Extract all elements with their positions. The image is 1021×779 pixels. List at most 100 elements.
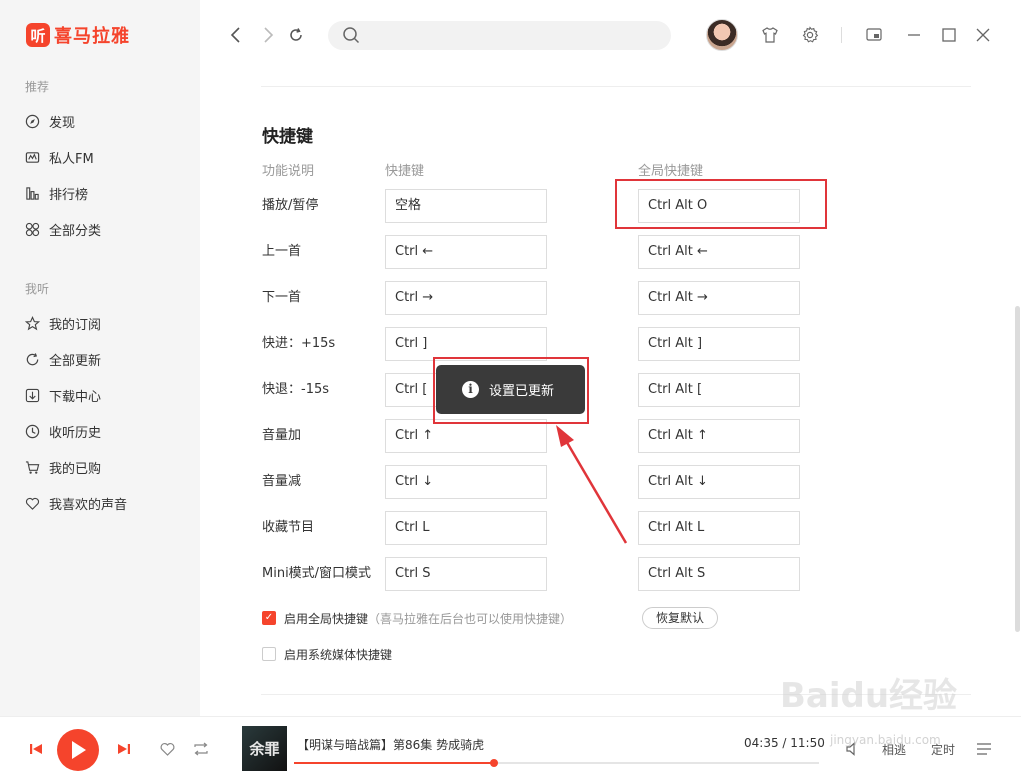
logo-text: 喜马拉雅: [54, 26, 130, 47]
watermark-logo: Baidu经验: [780, 676, 958, 716]
shortcut-key-field[interactable]: Ctrl ]: [385, 327, 547, 361]
skin-button[interactable]: [761, 26, 779, 44]
mini-window-icon: [866, 28, 882, 41]
toolbar-divider: [841, 27, 842, 43]
play-icon: [72, 741, 86, 759]
close-button[interactable]: [974, 26, 992, 44]
global-shortcut-key-field[interactable]: Ctrl Alt [: [638, 373, 800, 407]
previous-button[interactable]: [29, 742, 43, 760]
settings-button[interactable]: [801, 26, 819, 44]
progress-bar[interactable]: [294, 759, 819, 767]
skip-forward-icon: [118, 744, 130, 754]
clock-icon: [24, 423, 40, 439]
sidebar-item-label: 收听历史: [49, 425, 102, 441]
toast-text: 设置已更新: [489, 384, 555, 399]
search-icon: [342, 26, 360, 48]
sidebar-item-rank[interactable]: 排行榜: [24, 183, 88, 203]
next-button[interactable]: [117, 742, 131, 760]
enable-global-checkbox[interactable]: ✓: [262, 611, 276, 625]
global-shortcut-key-field[interactable]: Ctrl Alt ↓: [638, 465, 800, 499]
global-shortcut-key-field[interactable]: Ctrl Alt ←: [638, 235, 800, 269]
page-title: 快捷键: [262, 127, 313, 147]
enable-global-note: （喜马拉雅在后台也可以使用快捷键）: [368, 612, 573, 626]
shortcut-row-label: 音量减: [262, 474, 302, 489]
shortcut-row-label: 播放/暂停: [262, 198, 319, 213]
enable-global-label[interactable]: 启用全局快捷键（喜马拉雅在后台也可以使用快捷键）: [284, 610, 572, 627]
toast-notification: i 设置已更新: [436, 365, 585, 414]
sidebar-item-label: 我喜欢的声音: [49, 497, 128, 513]
app-logo[interactable]: 听 喜马拉雅: [26, 22, 130, 48]
global-shortcut-key-field[interactable]: Ctrl Alt ↑: [638, 419, 800, 453]
close-icon: [976, 28, 990, 42]
sidebar-item-subscriptions[interactable]: 我的订阅: [24, 313, 101, 333]
reset-default-button[interactable]: 恢复默认: [642, 607, 718, 629]
sidebar-item-discover[interactable]: 发现: [24, 111, 75, 131]
column-header-function: 功能说明: [262, 164, 315, 179]
global-shortcut-key-field[interactable]: Ctrl Alt S: [638, 557, 800, 591]
track-title[interactable]: 【明谋与暗战篇】第86集 势成骑虎: [297, 736, 484, 753]
playlist-button[interactable]: [976, 742, 992, 760]
shortcut-row-label: 音量加: [262, 428, 302, 443]
loop-icon: [194, 742, 208, 756]
avatar[interactable]: [706, 19, 738, 51]
cart-icon: [24, 459, 40, 475]
sidebar-item-purchased[interactable]: 我的已购: [24, 457, 101, 477]
heart-icon: [24, 495, 40, 511]
shortcut-row-label: 下一首: [262, 290, 302, 305]
enable-media-checkbox[interactable]: [262, 647, 276, 661]
scrollbar[interactable]: [1015, 306, 1020, 632]
shortcut-row-label: 快进：+15s: [262, 336, 336, 351]
progress-handle[interactable]: [489, 759, 498, 767]
global-shortcut-key-field[interactable]: Ctrl Alt L: [638, 511, 800, 545]
player-bar: 余罪 【明谋与暗战篇】第86集 势成骑虎 04:35 / 11:50 相逃 定时: [0, 716, 1021, 779]
shortcut-key-field[interactable]: 空格: [385, 189, 547, 223]
sidebar-item-label: 排行榜: [49, 187, 89, 203]
shortcut-row-label: 快退：-15s: [262, 382, 330, 397]
section-recommend: 推荐: [25, 80, 50, 94]
shortcut-row-label: 上一首: [262, 244, 302, 259]
sidebar-item-updates[interactable]: 全部更新: [24, 349, 101, 369]
enable-media-label[interactable]: 启用系统媒体快捷键: [284, 646, 392, 663]
enable-global-text: 启用全局快捷键: [284, 612, 369, 626]
refresh-button[interactable]: [288, 26, 304, 48]
shortcut-key-field[interactable]: Ctrl ↓: [385, 465, 547, 499]
sidebar-item-label: 下载中心: [49, 389, 102, 405]
column-header-global: 全局快捷键: [638, 164, 704, 179]
global-shortcut-key-field[interactable]: Ctrl Alt →: [638, 281, 800, 315]
search-input[interactable]: [328, 21, 671, 50]
grid-icon: [24, 221, 40, 237]
skip-back-icon: [30, 744, 42, 754]
like-button[interactable]: [159, 741, 176, 761]
album-cover[interactable]: 余罪: [242, 726, 287, 771]
refresh-icon: [24, 351, 40, 367]
mini-mode-button[interactable]: [865, 26, 883, 44]
sidebar-item-label: 发现: [49, 115, 76, 131]
back-button[interactable]: [230, 26, 242, 48]
sidebar-item-downloads[interactable]: 下载中心: [24, 385, 101, 405]
download-icon: [24, 387, 40, 403]
global-shortcut-key-field[interactable]: Ctrl Alt ]: [638, 327, 800, 361]
maximize-button[interactable]: [940, 26, 958, 44]
shortcut-key-field[interactable]: Ctrl ↑: [385, 419, 547, 453]
gear-icon: [802, 26, 819, 43]
playlist-icon: [977, 743, 991, 755]
sidebar-item-fm[interactable]: 私人FM: [24, 147, 94, 167]
shortcut-key-field[interactable]: Ctrl ←: [385, 235, 547, 269]
section-mine: 我听: [25, 282, 50, 296]
track-time: 04:35 / 11:50: [744, 736, 825, 750]
column-header-shortcut: 快捷键: [385, 164, 425, 179]
loop-mode-button[interactable]: [192, 741, 210, 761]
shortcut-key-field[interactable]: Ctrl L: [385, 511, 547, 545]
sidebar-item-history[interactable]: 收听历史: [24, 421, 101, 441]
section-divider: [261, 86, 971, 87]
chevron-left-icon: [230, 27, 240, 43]
forward-button[interactable]: [262, 26, 274, 48]
chevron-right-icon: [264, 27, 274, 43]
play-button[interactable]: [57, 729, 99, 771]
shortcut-key-field[interactable]: Ctrl →: [385, 281, 547, 315]
minimize-button[interactable]: [905, 26, 923, 44]
shortcut-key-field[interactable]: Ctrl S: [385, 557, 547, 591]
logo-mark: 听: [26, 23, 50, 47]
sidebar-item-categories[interactable]: 全部分类: [24, 219, 101, 239]
sidebar-item-liked[interactable]: 我喜欢的声音: [24, 493, 127, 513]
